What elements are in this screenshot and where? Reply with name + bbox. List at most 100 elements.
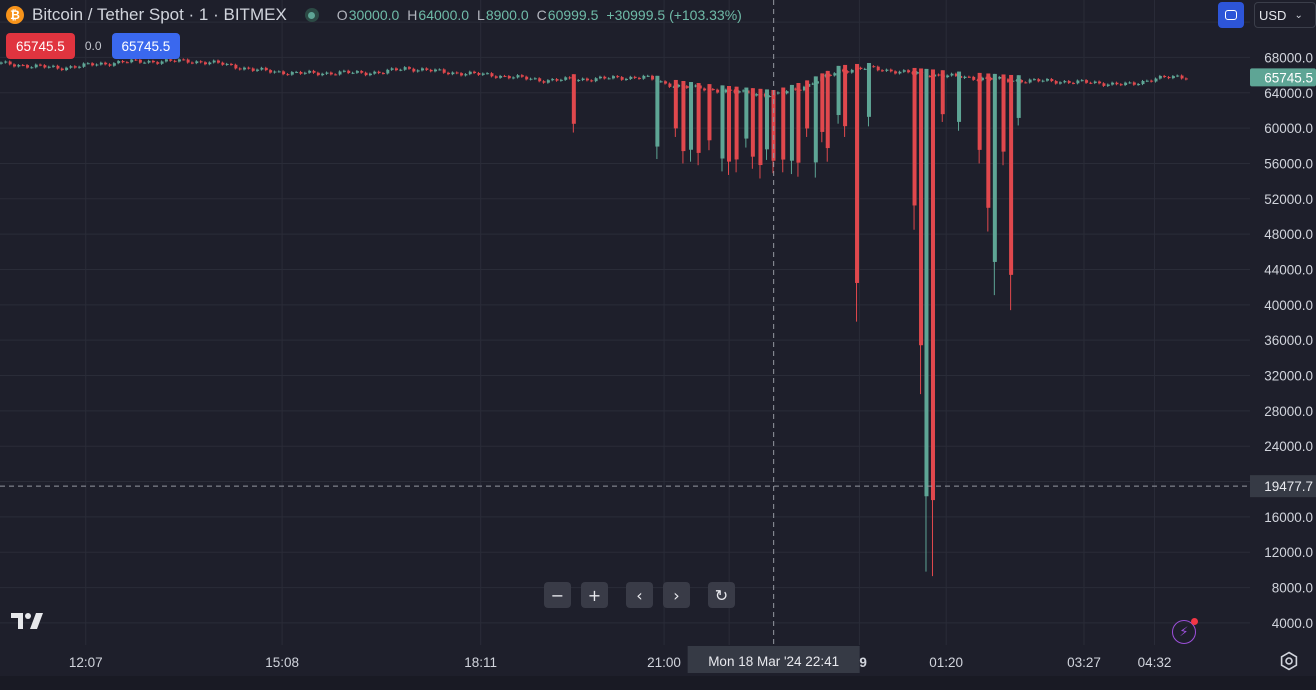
tradingview-logo-icon[interactable] bbox=[10, 610, 46, 632]
candle-body bbox=[872, 66, 876, 68]
candle-body bbox=[134, 59, 138, 61]
candle-body bbox=[217, 60, 221, 63]
spike-candle-body bbox=[744, 87, 749, 139]
candle-body bbox=[0, 62, 3, 64]
scroll-right-button[interactable]: › bbox=[663, 582, 690, 608]
candle-body bbox=[755, 94, 759, 96]
spike-candle-body bbox=[673, 79, 678, 129]
chart-area[interactable]: 72000.068000.064000.060000.056000.052000… bbox=[0, 0, 1316, 690]
candle-body bbox=[538, 78, 542, 82]
candle-body bbox=[43, 65, 47, 68]
candle-body bbox=[225, 63, 229, 65]
spike-candle-body bbox=[866, 62, 871, 117]
candle-body bbox=[373, 71, 377, 74]
candle-body bbox=[26, 65, 30, 68]
candle-body bbox=[455, 72, 459, 74]
candle-body bbox=[425, 68, 429, 70]
price-tick-label: 64000.0 bbox=[1264, 86, 1313, 101]
candle-body bbox=[1124, 82, 1128, 86]
candle-body bbox=[186, 59, 190, 63]
spike-candle-body bbox=[689, 82, 694, 150]
candle-body bbox=[238, 68, 242, 70]
price-axis[interactable]: 72000.068000.064000.060000.056000.052000… bbox=[1250, 0, 1316, 690]
candle-body bbox=[299, 71, 303, 74]
candle-body bbox=[377, 71, 381, 74]
candle-body bbox=[251, 68, 255, 71]
candle-body bbox=[555, 79, 559, 81]
candle-body bbox=[264, 67, 268, 71]
spike-candle-body bbox=[750, 88, 755, 157]
candle-body bbox=[1163, 75, 1167, 78]
candle-body bbox=[364, 72, 368, 76]
candle-body bbox=[338, 71, 342, 75]
candle-body bbox=[316, 72, 320, 76]
sell-button[interactable]: 65745.5 bbox=[6, 33, 75, 59]
candle-body bbox=[434, 69, 438, 72]
candle-body bbox=[269, 70, 273, 73]
spike-candle-body bbox=[707, 84, 712, 141]
currency-select[interactable]: USD ⌄ bbox=[1254, 2, 1316, 28]
candle-body bbox=[1158, 75, 1162, 79]
ohlc-value: 64000.0 bbox=[418, 7, 470, 23]
spike-candle-body bbox=[957, 71, 962, 122]
gear-icon[interactable] bbox=[1279, 651, 1299, 671]
candle-body bbox=[199, 61, 203, 63]
candle-body bbox=[664, 81, 668, 84]
ohlc-key: L bbox=[477, 7, 485, 23]
candle-body bbox=[607, 78, 611, 80]
candle-body bbox=[1150, 80, 1154, 82]
spike-candle-body bbox=[726, 86, 731, 162]
candle-body bbox=[546, 80, 550, 83]
time-tick-label: 01:20 bbox=[929, 655, 963, 670]
candle-body bbox=[577, 80, 581, 82]
zoom-out-button[interactable]: − bbox=[544, 582, 571, 608]
candle-body bbox=[703, 88, 707, 91]
trade-buttons: 65745.5 0.0 65745.5 bbox=[6, 33, 181, 59]
candle-body bbox=[1032, 79, 1036, 81]
ohlc-key: H bbox=[407, 7, 418, 23]
candle-body bbox=[998, 76, 1002, 79]
candle-body bbox=[108, 64, 112, 66]
candle-body bbox=[668, 83, 672, 87]
lightning-icon[interactable]: ⚡ bbox=[1172, 618, 1198, 644]
candle-body bbox=[260, 67, 264, 70]
spike-candle-body bbox=[781, 87, 786, 160]
candle-body bbox=[1089, 82, 1093, 84]
price-tick-label: 24000.0 bbox=[1264, 439, 1313, 454]
spike-candle-body bbox=[977, 72, 982, 150]
candle-body bbox=[295, 71, 299, 73]
reset-chart-button[interactable]: ↻ bbox=[708, 582, 735, 608]
fullscreen-button[interactable] bbox=[1218, 2, 1244, 28]
ohlc-key: O bbox=[336, 7, 348, 23]
price-tick-label: 28000.0 bbox=[1264, 404, 1313, 419]
candle-body bbox=[65, 67, 69, 71]
time-tick-label: 21:00 bbox=[647, 655, 681, 670]
scroll-left-button[interactable]: ‹ bbox=[626, 582, 653, 608]
price-tick-label: 8000.0 bbox=[1272, 581, 1313, 596]
candle-body bbox=[907, 70, 911, 73]
time-tick-label: 12:07 bbox=[69, 655, 103, 670]
symbol-title[interactable]: Bitcoin / Tether Spot · 1 · BITMEX bbox=[32, 5, 287, 25]
candle-body bbox=[412, 68, 416, 72]
buy-button[interactable]: 65745.5 bbox=[111, 33, 181, 59]
candle-body bbox=[416, 70, 420, 72]
candle-body bbox=[473, 71, 477, 73]
market-status-icon[interactable] bbox=[304, 8, 319, 22]
candle-body bbox=[247, 67, 251, 69]
candle-body bbox=[490, 73, 494, 77]
candle-body bbox=[950, 73, 954, 76]
candle-body bbox=[468, 71, 472, 75]
price-tick-label: 52000.0 bbox=[1264, 192, 1313, 207]
candle-body bbox=[243, 67, 247, 70]
candle-body bbox=[73, 66, 77, 68]
time-axis[interactable]: 12:0715:0818:1121:0022:001901:2003:2704:… bbox=[69, 646, 1172, 673]
zoom-in-button[interactable]: + bbox=[581, 582, 608, 608]
spike-candle-body bbox=[734, 86, 739, 160]
candlestick-chart[interactable]: 72000.068000.064000.060000.056000.052000… bbox=[0, 0, 1316, 690]
price-tick-label: 36000.0 bbox=[1264, 333, 1313, 348]
candle-body bbox=[282, 71, 286, 75]
candle-body bbox=[117, 61, 121, 64]
candle-body bbox=[1154, 78, 1158, 82]
candle-body bbox=[507, 76, 511, 79]
candle-body bbox=[1176, 75, 1180, 77]
